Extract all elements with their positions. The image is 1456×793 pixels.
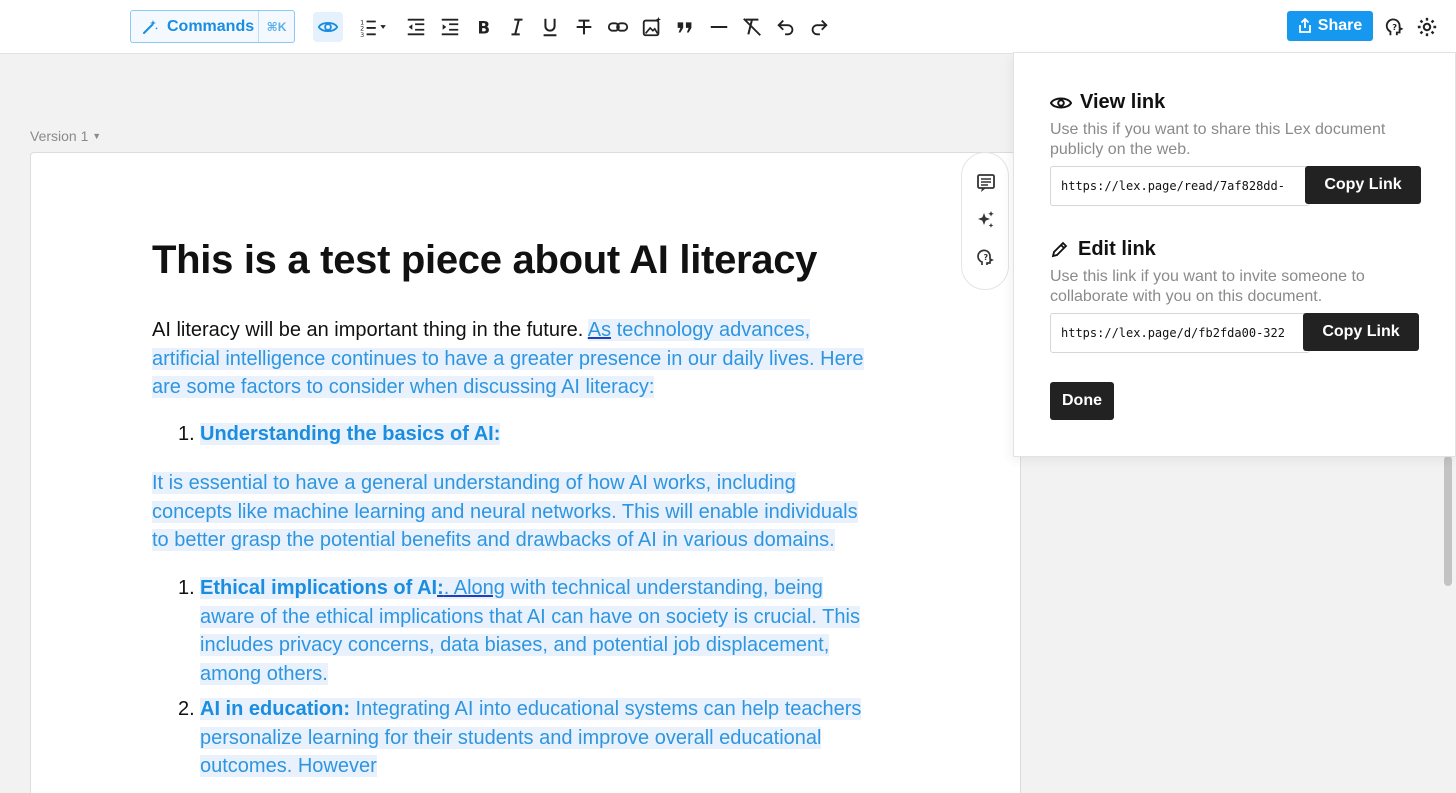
svg-text:3: 3 bbox=[360, 31, 364, 38]
share-panel: View link Use this if you want to share … bbox=[1013, 52, 1456, 457]
pencil-icon bbox=[1051, 241, 1068, 257]
list-item-heading: AI in education: bbox=[200, 698, 350, 720]
ask-help-icon[interactable]: ? bbox=[974, 245, 998, 269]
numbered-list-icon[interactable]: 123 bbox=[352, 12, 394, 42]
preview-eye-icon[interactable] bbox=[313, 12, 343, 42]
edit-link-heading: Edit link bbox=[1050, 238, 1156, 261]
colon-link[interactable]: : bbox=[437, 577, 444, 599]
version-label: Version 1 bbox=[30, 128, 89, 144]
list-item-text: includes privacy concerns, data biases, … bbox=[200, 634, 830, 656]
document-title[interactable]: This is a test piece about AI literacy bbox=[152, 238, 817, 283]
paragraph-line: to better grasp the potential benefits a… bbox=[152, 529, 835, 551]
caret-down-icon: ▼ bbox=[92, 131, 102, 141]
ai-image-icon[interactable] bbox=[637, 12, 667, 42]
list-item-text: aware of the ethical implications that A… bbox=[200, 605, 860, 628]
scrollbar-thumb[interactable] bbox=[1444, 456, 1452, 586]
list-item-heading: Understanding the basics of AI: bbox=[200, 423, 501, 445]
commands-label: Commands bbox=[167, 17, 255, 35]
help-head-icon[interactable]: ? bbox=[1380, 12, 1410, 42]
list-item-text: with technical understanding, being bbox=[504, 577, 823, 599]
svg-text:?: ? bbox=[1392, 22, 1397, 32]
paragraph-line: concepts like machine learning and neura… bbox=[152, 500, 858, 523]
horizontal-rule-icon[interactable] bbox=[704, 12, 734, 42]
edit-link-url-field[interactable]: https://lex.page/d/fb2fda00-322 bbox=[1050, 313, 1310, 353]
toolbar: Commands ⌘K 123 B Share ? bbox=[0, 0, 1456, 54]
indent-icon[interactable] bbox=[435, 12, 465, 42]
list-item-text: outcomes. However bbox=[200, 755, 377, 777]
list-item-text: Integrating AI into educational systems … bbox=[350, 698, 862, 720]
intro-highlight-3: are some factors to consider when discus… bbox=[152, 376, 655, 398]
edit-link-description: Use this link if you want to invite some… bbox=[1050, 268, 1365, 305]
link-icon[interactable] bbox=[603, 12, 633, 42]
paragraph-line: It is essential to have a general unders… bbox=[152, 472, 796, 494]
undo-icon[interactable] bbox=[771, 12, 801, 42]
list-item-text: personalize learning for their students … bbox=[200, 726, 822, 749]
clear-formatting-icon[interactable] bbox=[737, 12, 767, 42]
intro-highlight-2: artificial intelligence continues to hav… bbox=[152, 347, 864, 370]
view-link-heading: View link bbox=[1050, 91, 1165, 114]
list-number: 1. bbox=[178, 423, 195, 445]
redo-icon[interactable] bbox=[804, 12, 834, 42]
view-link-title: View link bbox=[1080, 91, 1166, 113]
list-item-heading: Ethical implications of AI bbox=[200, 577, 438, 599]
body-paragraph[interactable]: It is essential to have a general unders… bbox=[152, 469, 858, 555]
share-label: Share bbox=[1317, 17, 1363, 34]
commands-button[interactable]: Commands ⌘K bbox=[130, 10, 295, 43]
intro-link[interactable]: As bbox=[587, 319, 612, 341]
outdent-icon[interactable] bbox=[401, 12, 431, 42]
shortcut-hint: ⌘K bbox=[258, 11, 294, 42]
copy-view-link-button[interactable]: Copy Link bbox=[1305, 166, 1421, 204]
share-button[interactable]: Share bbox=[1287, 11, 1373, 41]
comment-icon[interactable] bbox=[974, 171, 998, 195]
ai-sparkles-icon[interactable] bbox=[974, 208, 998, 232]
list-number: 2. bbox=[178, 698, 195, 720]
edit-link-title: Edit link bbox=[1078, 238, 1156, 260]
share-upload-icon bbox=[1298, 18, 1311, 33]
quote-icon[interactable] bbox=[670, 12, 700, 42]
intro-highlight-1: technology advances, bbox=[611, 319, 811, 341]
settings-gear-icon[interactable] bbox=[1412, 12, 1442, 42]
strikethrough-icon[interactable] bbox=[569, 12, 599, 42]
along-link[interactable]: . Along bbox=[443, 577, 505, 599]
svg-text:B: B bbox=[478, 18, 491, 37]
list-item-text: among others. bbox=[200, 662, 328, 685]
view-link-url-field[interactable]: https://lex.page/read/7af828dd- bbox=[1050, 166, 1310, 206]
eye-icon bbox=[1050, 97, 1072, 108]
bold-icon[interactable]: B bbox=[468, 12, 498, 42]
view-link-description: Use this if you want to share this Lex d… bbox=[1050, 121, 1386, 158]
italic-icon[interactable] bbox=[502, 12, 532, 42]
copy-edit-link-button[interactable]: Copy Link bbox=[1303, 313, 1419, 351]
version-selector[interactable]: Version 1 ▼ bbox=[30, 128, 101, 144]
svg-text:?: ? bbox=[984, 253, 989, 262]
list-number: 1. bbox=[178, 577, 195, 599]
side-toolbar: ? bbox=[961, 152, 1009, 290]
magic-wand-icon bbox=[141, 18, 163, 36]
intro-plain-text: AI literacy will be an important thing i… bbox=[152, 319, 588, 341]
intro-paragraph[interactable]: AI literacy will be an important thing i… bbox=[152, 316, 864, 402]
done-button[interactable]: Done bbox=[1050, 382, 1114, 420]
underline-icon[interactable] bbox=[535, 12, 565, 42]
